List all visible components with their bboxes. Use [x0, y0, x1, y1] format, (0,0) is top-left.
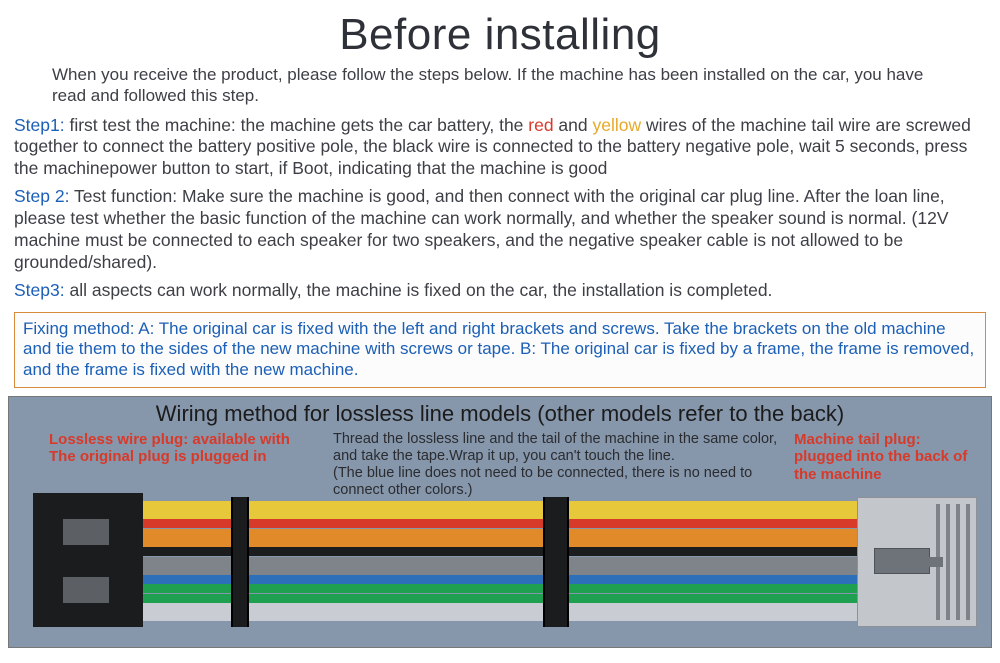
- step3-label: Step3:: [14, 280, 65, 300]
- step1-red: red: [528, 115, 553, 135]
- wire: [143, 519, 857, 528]
- wire: [143, 584, 857, 593]
- wiring-diagram: Wiring method for lossless line models (…: [8, 396, 992, 648]
- lossless-plug-label: Lossless wire plug: available with The o…: [49, 431, 319, 466]
- wiring-title: Wiring method for lossless line models (…: [9, 397, 991, 429]
- step-3: Step3: all aspects can work normally, th…: [0, 278, 1000, 306]
- wire: [143, 557, 857, 566]
- tape-wrap-icon: [231, 497, 249, 627]
- wire: [143, 510, 857, 519]
- tail-plug-label: Machine tail plug: plugged into the back…: [794, 431, 979, 484]
- tail-plug-icon: [857, 497, 977, 627]
- intro-text: When you receive the product, please fol…: [0, 64, 1000, 113]
- lossless-plug-icon: [33, 497, 143, 627]
- step2-label: Step 2:: [14, 186, 69, 206]
- step1-and: and: [554, 115, 593, 135]
- wire: [143, 547, 857, 556]
- wire: [143, 612, 857, 621]
- wire: [143, 566, 857, 575]
- step-1: Step1: first test the machine: the machi…: [0, 113, 1000, 185]
- wire: [143, 594, 857, 603]
- wire: [143, 575, 857, 584]
- step1-pre: first test the machine: the machine gets…: [65, 115, 529, 135]
- tape-wrap-icon: [543, 497, 569, 627]
- wire: [143, 538, 857, 547]
- wire: [143, 501, 857, 510]
- step3-text: all aspects can work normally, the machi…: [65, 280, 773, 300]
- threading-note: Thread the lossless line and the tail of…: [333, 431, 803, 499]
- wire-bundle: [143, 501, 857, 623]
- wire: [143, 603, 857, 612]
- page-title: Before installing: [0, 0, 1000, 64]
- step2-text: Test function: Make sure the machine is …: [14, 186, 949, 272]
- wire: [143, 529, 857, 538]
- step-2: Step 2: Test function: Make sure the mac…: [0, 184, 1000, 278]
- step1-yellow: yellow: [593, 115, 642, 135]
- fixing-method-box: Fixing method: A: The original car is fi…: [14, 312, 986, 388]
- step1-label: Step1:: [14, 115, 65, 135]
